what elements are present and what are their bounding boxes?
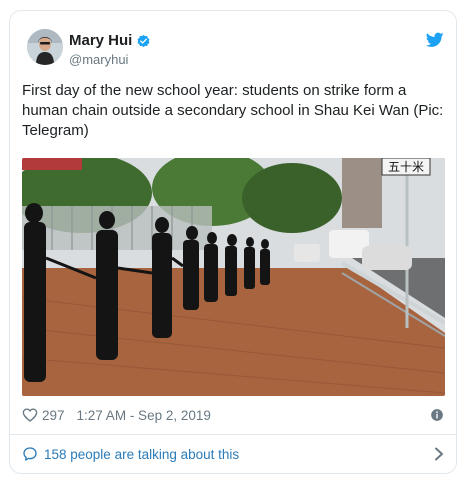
talking-about-label: 158 people are talking about this — [44, 446, 240, 462]
speech-bubble-icon — [23, 447, 37, 461]
twitter-bird-icon[interactable] — [426, 32, 444, 48]
tweet-text: First day of the new school year: studen… — [22, 82, 444, 139]
tweet-photo[interactable]: 五十米 — [22, 158, 445, 396]
author-name[interactable]: Mary Hui — [69, 32, 132, 50]
chevron-right-icon[interactable] — [434, 447, 444, 461]
conversation-link[interactable]: 158 people are talking about this — [22, 444, 446, 464]
avatar-photo — [27, 29, 63, 65]
info-icon[interactable] — [430, 408, 444, 422]
divider — [10, 434, 456, 435]
author-block: Mary Hui @maryhui — [69, 32, 151, 69]
embedded-tweet-card: Mary Hui @maryhui First day of the new s… — [9, 10, 457, 474]
human-chain-photo: 五十米 — [22, 158, 445, 396]
tweet-timestamp[interactable]: 1:27 AM - Sep 2, 2019 — [77, 408, 211, 423]
verified-badge-icon — [137, 34, 150, 47]
tweet-header: Mary Hui @maryhui — [10, 11, 456, 77]
heart-icon[interactable] — [22, 407, 38, 423]
avatar[interactable] — [27, 29, 63, 65]
tweet-meta: 297 1:27 AM - Sep 2, 2019 — [22, 405, 446, 425]
author-handle[interactable]: @maryhui — [69, 51, 151, 69]
street-sign-text: 五十米 — [388, 160, 424, 174]
like-count[interactable]: 297 — [42, 408, 65, 423]
